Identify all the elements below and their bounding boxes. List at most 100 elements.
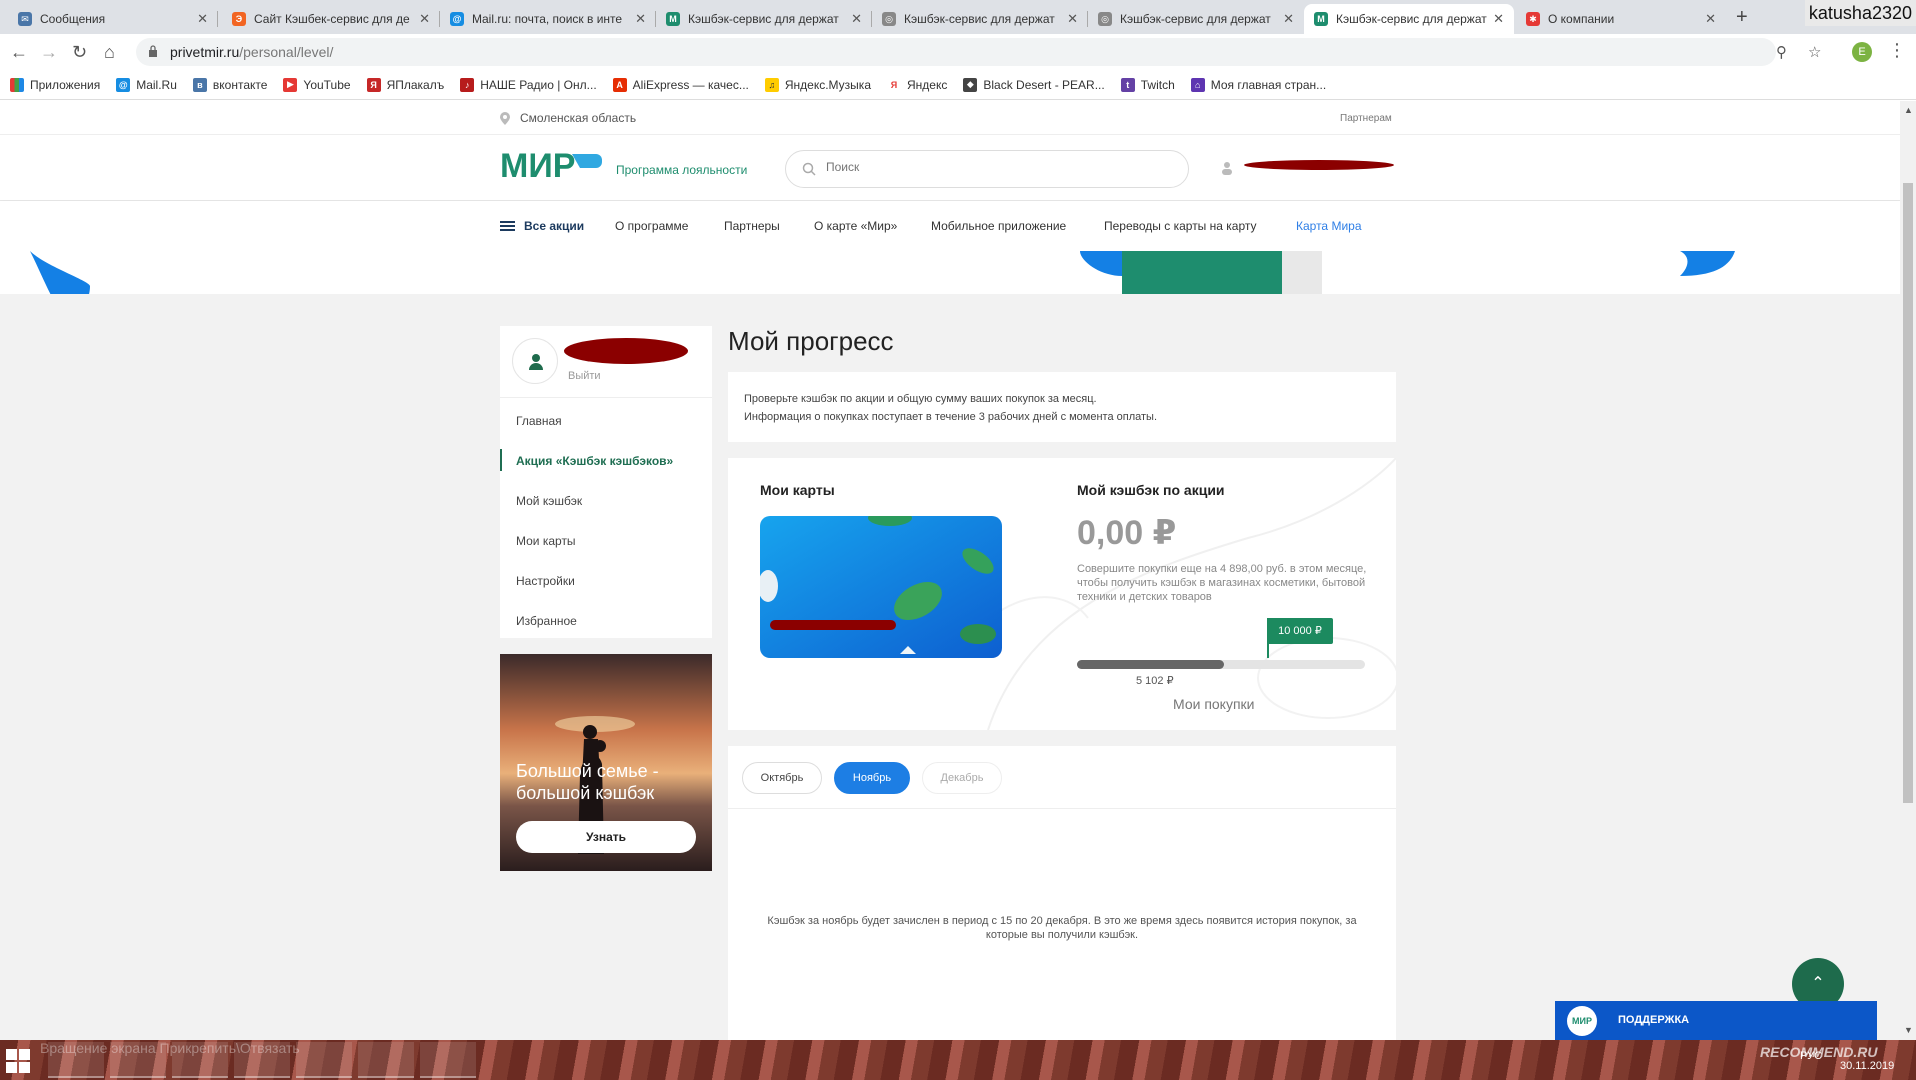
partners-link[interactable]: Партнерам	[1340, 113, 1392, 124]
close-tab-icon[interactable]: ✕	[1067, 11, 1078, 27]
calculator-icon[interactable]	[420, 1042, 476, 1078]
banner-leaf-shape	[30, 251, 90, 294]
family-promo-banner[interactable]: Большой семье - большой кэшбэк Узнать	[500, 654, 712, 871]
bookmark-aliexpress[interactable]: A AliExpress — качес...	[612, 77, 749, 92]
scroll-down-arrow-icon[interactable]: ▼	[1904, 1025, 1913, 1035]
banner-card-edge-shape	[1282, 251, 1322, 294]
nav-about-card[interactable]: О карте «Мир»	[814, 219, 897, 233]
nav-all-promos[interactable]: Все акции	[524, 219, 584, 233]
sidebar-item-favorites[interactable]: Избранное	[516, 614, 577, 628]
green-app-icon[interactable]	[234, 1042, 290, 1078]
page-viewport: Смоленская область Партнерам МИР Програм…	[0, 101, 1900, 1040]
bookmark-label: НАШЕ Радио | Онл...	[480, 77, 597, 92]
bookmark-star-icon[interactable]: ☆	[1808, 43, 1821, 61]
bookmark-vk[interactable]: в вконтакте	[192, 77, 267, 92]
logout-link[interactable]: Выйти	[568, 370, 601, 382]
page-scrollbar[interactable]: ▲ ▼	[1900, 101, 1916, 1040]
browser-tab[interactable]: ✉ Сообщения ✕	[8, 4, 218, 34]
chrome-icon[interactable]	[172, 1042, 228, 1078]
cashback-heading: Мой кэшбэк по акции	[1077, 482, 1225, 498]
cashback-amount: 0,00 ₽	[1077, 514, 1177, 552]
scrollbar-thumb[interactable]	[1903, 183, 1913, 803]
close-tab-icon[interactable]: ✕	[851, 11, 862, 27]
game-app-icon[interactable]	[358, 1042, 414, 1078]
bookmark-black-desert[interactable]: ◆ Black Desert - PEAR...	[963, 77, 1105, 92]
search-input[interactable]	[826, 160, 1166, 174]
browser-tab[interactable]: ✱ О компании ✕	[1516, 4, 1726, 34]
sidebar-item-my-cards[interactable]: Мои карты	[516, 534, 576, 548]
bank-card[interactable]	[760, 516, 1002, 658]
month-tab-october[interactable]: Октябрь	[742, 762, 822, 794]
vk-messages-icon: ✉	[18, 12, 32, 26]
nav-mobile-app[interactable]: Мобильное приложение	[931, 219, 1066, 233]
mir-logo[interactable]: МИР	[500, 150, 602, 180]
zoom-icon[interactable]: ⚲	[1776, 43, 1787, 61]
url-path: /personal/level/	[239, 44, 334, 60]
card-artwork	[760, 516, 1002, 658]
browser-tab[interactable]: M Кэшбэк-сервис для держат ✕	[656, 4, 872, 34]
sidebar-item-home[interactable]: Главная	[516, 414, 562, 428]
reload-icon[interactable]: ↻	[72, 42, 87, 63]
learn-more-button[interactable]: Узнать	[516, 821, 696, 853]
forward-arrow-icon[interactable]: →	[40, 42, 58, 63]
search-icon	[802, 162, 816, 176]
nav-about-program[interactable]: О программе	[615, 219, 688, 233]
mir-logo-text: МИР	[500, 150, 575, 180]
region-selector[interactable]: Смоленская область	[500, 111, 636, 125]
sidebar-item-cashback-promo[interactable]: Акция «Кэшбэк кэшбэков»	[516, 454, 673, 468]
windows-start-icon[interactable]	[6, 1049, 30, 1073]
nav-transfers[interactable]: Переводы с карты на карту	[1104, 219, 1257, 233]
url-field[interactable]: privetmir.ru/personal/level/ ⚲ ☆	[136, 38, 1821, 66]
sidebar-item-settings[interactable]: Настройки	[516, 574, 575, 588]
new-tab-button[interactable]: +	[1736, 6, 1748, 29]
file-explorer-icon[interactable]	[48, 1042, 104, 1078]
profile-avatar[interactable]: E	[1852, 42, 1872, 62]
close-tab-icon[interactable]: ✕	[1705, 11, 1716, 27]
browser-tab[interactable]: ◎ Кэшбэк-сервис для держат ✕	[1088, 4, 1304, 34]
address-bar: ← → ↻ ⌂ privetmir.ru/personal/level/ ⚲ ☆	[0, 34, 1916, 70]
my-purchases-link[interactable]: Мои покупки	[1173, 696, 1255, 712]
save-disk-app-icon[interactable]	[110, 1042, 166, 1078]
bookmark-label: YouTube	[303, 77, 351, 92]
browser-tab[interactable]: Э Сайт Кэшбек-сервис для де ✕	[222, 4, 440, 34]
close-tab-icon[interactable]: ✕	[1283, 11, 1294, 27]
month-tab-november[interactable]: Ноябрь	[834, 762, 910, 794]
browser-tab[interactable]: ◎ Кэшбэк-сервис для держат ✕	[872, 4, 1088, 34]
close-tab-icon[interactable]: ✕	[635, 11, 646, 27]
menu-burger-icon[interactable]	[500, 221, 515, 231]
location-pin-icon	[500, 111, 510, 125]
home-icon[interactable]: ⌂	[104, 42, 115, 63]
support-chat-widget[interactable]: МИР ПОДДЕРЖКА	[1555, 1001, 1877, 1040]
bookmark-twitch[interactable]: t Twitch	[1120, 77, 1175, 92]
bookmark-yandex[interactable]: Я Яндекс	[887, 77, 947, 92]
bookmark-label: Twitch	[1140, 77, 1175, 92]
sidebar-item-my-cashback[interactable]: Мой кэшбэк	[516, 494, 582, 508]
excel-icon[interactable]	[296, 1042, 352, 1078]
avatar[interactable]	[512, 338, 558, 384]
loyalty-program-link[interactable]: Программа лояльности	[616, 163, 747, 177]
bookmark-nashe[interactable]: ♪ НАШЕ Радио | Онл...	[460, 77, 597, 92]
close-tab-icon[interactable]: ✕	[1493, 11, 1504, 27]
globe-favicon-icon: ◎	[1098, 12, 1112, 26]
system-date[interactable]: 30.11.2019	[1840, 1060, 1894, 1072]
bookmark-yaplakal[interactable]: Я ЯПлакалъ	[366, 77, 444, 92]
browser-tab-active[interactable]: M Кэшбэк-сервис для держат ✕	[1304, 4, 1514, 34]
bookmark-apps[interactable]: Приложения	[10, 77, 100, 92]
month-tab-december[interactable]: Декабрь	[922, 762, 1002, 794]
close-tab-icon[interactable]: ✕	[419, 11, 430, 27]
back-arrow-icon[interactable]: ←	[10, 42, 28, 63]
bookmark-yandex-music[interactable]: ♫ Яндекс.Музыка	[764, 77, 871, 92]
bookmark-homepage[interactable]: ⌂ Моя главная стран...	[1190, 77, 1326, 92]
url-text: privetmir.ru/personal/level/	[170, 44, 333, 60]
bookmark-youtube[interactable]: ▶ YouTube	[283, 77, 351, 92]
user-icon[interactable]	[1222, 161, 1232, 175]
bookmark-mailru[interactable]: @ Mail.Ru	[116, 77, 177, 92]
nav-partners[interactable]: Партнеры	[724, 219, 780, 233]
sidebar-divider	[500, 397, 712, 398]
browser-tab[interactable]: @ Mail.ru: почта, поиск в инте ✕	[440, 4, 656, 34]
close-tab-icon[interactable]: ✕	[197, 11, 208, 27]
nav-world-map[interactable]: Карта Мира	[1296, 219, 1362, 233]
scroll-up-arrow-icon[interactable]: ▲	[1904, 105, 1913, 115]
site-search[interactable]	[785, 150, 1189, 188]
browser-menu-icon[interactable]: ⋮	[1888, 40, 1906, 61]
